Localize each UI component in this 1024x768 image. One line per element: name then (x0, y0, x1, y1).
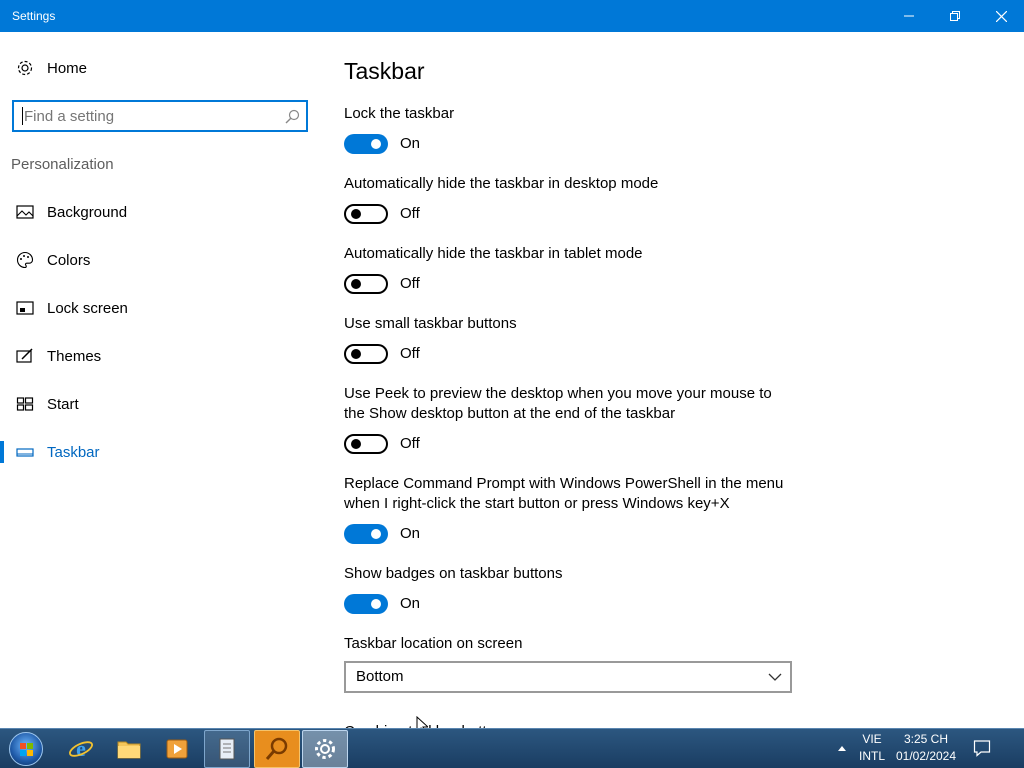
taskbar-location-dropdown[interactable]: Bottom (344, 661, 792, 693)
minimize-icon (904, 15, 914, 17)
start-icon (16, 397, 34, 411)
taskbar-search-app[interactable] (254, 730, 300, 768)
taskbar-media-player[interactable] (154, 730, 200, 768)
themes-icon (16, 348, 33, 363)
taskbar-internet-explorer[interactable]: e (58, 730, 104, 768)
show-hidden-icons-button[interactable] (834, 740, 850, 757)
restore-icon (950, 11, 960, 21)
autohide-desktop-toggle[interactable] (344, 204, 388, 224)
autohide-tablet-toggle[interactable] (344, 274, 388, 294)
start-button[interactable] (9, 732, 43, 766)
media-player-icon (166, 739, 188, 759)
internet-explorer-icon: e (69, 736, 93, 761)
close-icon (995, 10, 1007, 22)
action-center-button[interactable] (968, 739, 996, 762)
search-box[interactable] (12, 100, 308, 132)
search-input[interactable] (22, 107, 272, 125)
taskbar-notepad[interactable] (204, 730, 250, 768)
toggle-state: Off (400, 435, 420, 452)
dropdown-value: Bottom (356, 668, 404, 685)
palette-icon (17, 251, 34, 269)
title-bar: Settings (0, 0, 1024, 32)
keyboard-layout: INTL (858, 749, 885, 763)
file-explorer-icon (117, 741, 141, 759)
selection-indicator (0, 441, 4, 463)
minimize-button[interactable] (886, 0, 932, 32)
lock-screen-icon (16, 301, 34, 315)
notepad-icon (219, 738, 235, 760)
sidebar-item-label: Colors (47, 251, 91, 269)
sidebar-item-colors[interactable]: Colors (0, 240, 320, 280)
badges-toggle[interactable] (344, 594, 388, 614)
toggle-state: Off (400, 345, 420, 362)
peek-toggle[interactable] (344, 434, 388, 454)
taskbar-file-explorer[interactable] (106, 730, 152, 768)
windows-logo-icon (20, 743, 33, 756)
sidebar-item-home[interactable]: Home (0, 48, 320, 88)
toggle-state: Off (400, 275, 420, 292)
setting-location: Taskbar location on screen (344, 634, 804, 654)
setting-autohide-tablet: Automatically hide the taskbar in tablet… (344, 244, 804, 294)
sidebar-item-themes[interactable]: Themes (0, 336, 320, 376)
toggle-state: On (400, 525, 421, 542)
sidebar-item-taskbar[interactable]: Taskbar (0, 432, 320, 472)
taskbar-icon (16, 448, 34, 457)
sidebar-item-lock-screen[interactable]: Lock screen (0, 288, 320, 328)
search-icon[interactable] (285, 109, 300, 124)
setting-label: Replace Command Prompt with Windows Powe… (344, 475, 784, 512)
sidebar-item-label: Background (47, 203, 128, 221)
section-heading: Personalization (11, 156, 114, 173)
setting-label: Automatically hide the taskbar in tablet… (344, 245, 643, 262)
toggle-state: On (400, 135, 421, 152)
setting-lock-taskbar: Lock the taskbar On (344, 104, 804, 154)
main-content: Taskbar Lock the taskbar On Automaticall… (344, 32, 1024, 728)
svg-text:e: e (76, 736, 86, 761)
gear-icon (17, 60, 33, 76)
sidebar-item-background[interactable]: Background (0, 192, 320, 232)
language-indicator[interactable]: VIE INTL (852, 731, 892, 765)
setting-powershell: Replace Command Prompt with Windows Powe… (344, 474, 784, 544)
sidebar-item-label: Start (47, 395, 79, 413)
setting-label: Automatically hide the taskbar in deskto… (344, 175, 659, 192)
setting-label: Use Peek to preview the desktop when you… (344, 385, 772, 422)
sidebar-item-label: Home (47, 59, 88, 77)
sidebar-item-label: Taskbar (47, 443, 100, 461)
setting-label: Use small taskbar buttons (344, 315, 517, 332)
setting-label: Taskbar location on screen (344, 635, 523, 652)
setting-autohide-desktop: Automatically hide the taskbar in deskto… (344, 174, 804, 224)
setting-peek: Use Peek to preview the desktop when you… (344, 384, 784, 454)
small-buttons-toggle[interactable] (344, 344, 388, 364)
setting-badges: Show badges on taskbar buttons On (344, 564, 804, 614)
chevron-up-icon (838, 746, 846, 751)
restore-button[interactable] (932, 0, 978, 32)
sidebar-item-start[interactable]: Start (0, 384, 320, 424)
clock-time: 3:25 CH (903, 732, 949, 746)
close-button[interactable] (978, 0, 1024, 32)
setting-label: Show badges on taskbar buttons (344, 565, 563, 582)
toggle-state: Off (400, 205, 420, 222)
os-taskbar: e VIE INTL 3:25 CH 01/02/2024 (0, 728, 1024, 768)
sidebar: Home Personalization Background Colors L… (0, 32, 320, 728)
toggle-state: On (400, 595, 421, 612)
window-title: Settings (12, 9, 56, 23)
settings-gear-icon (315, 739, 335, 759)
chevron-down-icon (768, 673, 782, 681)
powershell-toggle[interactable] (344, 524, 388, 544)
clock-date: 01/02/2024 (895, 749, 957, 763)
sidebar-item-label: Themes (47, 347, 102, 365)
notification-icon (973, 740, 991, 757)
lock-taskbar-toggle[interactable] (344, 134, 388, 154)
taskbar-settings[interactable] (302, 730, 348, 768)
picture-icon (16, 205, 34, 219)
clock[interactable]: 3:25 CH 01/02/2024 (890, 731, 962, 765)
search-magnifier-icon (265, 737, 288, 760)
page-title: Taskbar (344, 58, 425, 84)
setting-label: Lock the taskbar (344, 105, 455, 122)
language-code: VIE (862, 732, 882, 746)
setting-small-buttons: Use small taskbar buttons Off (344, 314, 804, 364)
sidebar-item-label: Lock screen (47, 299, 128, 317)
